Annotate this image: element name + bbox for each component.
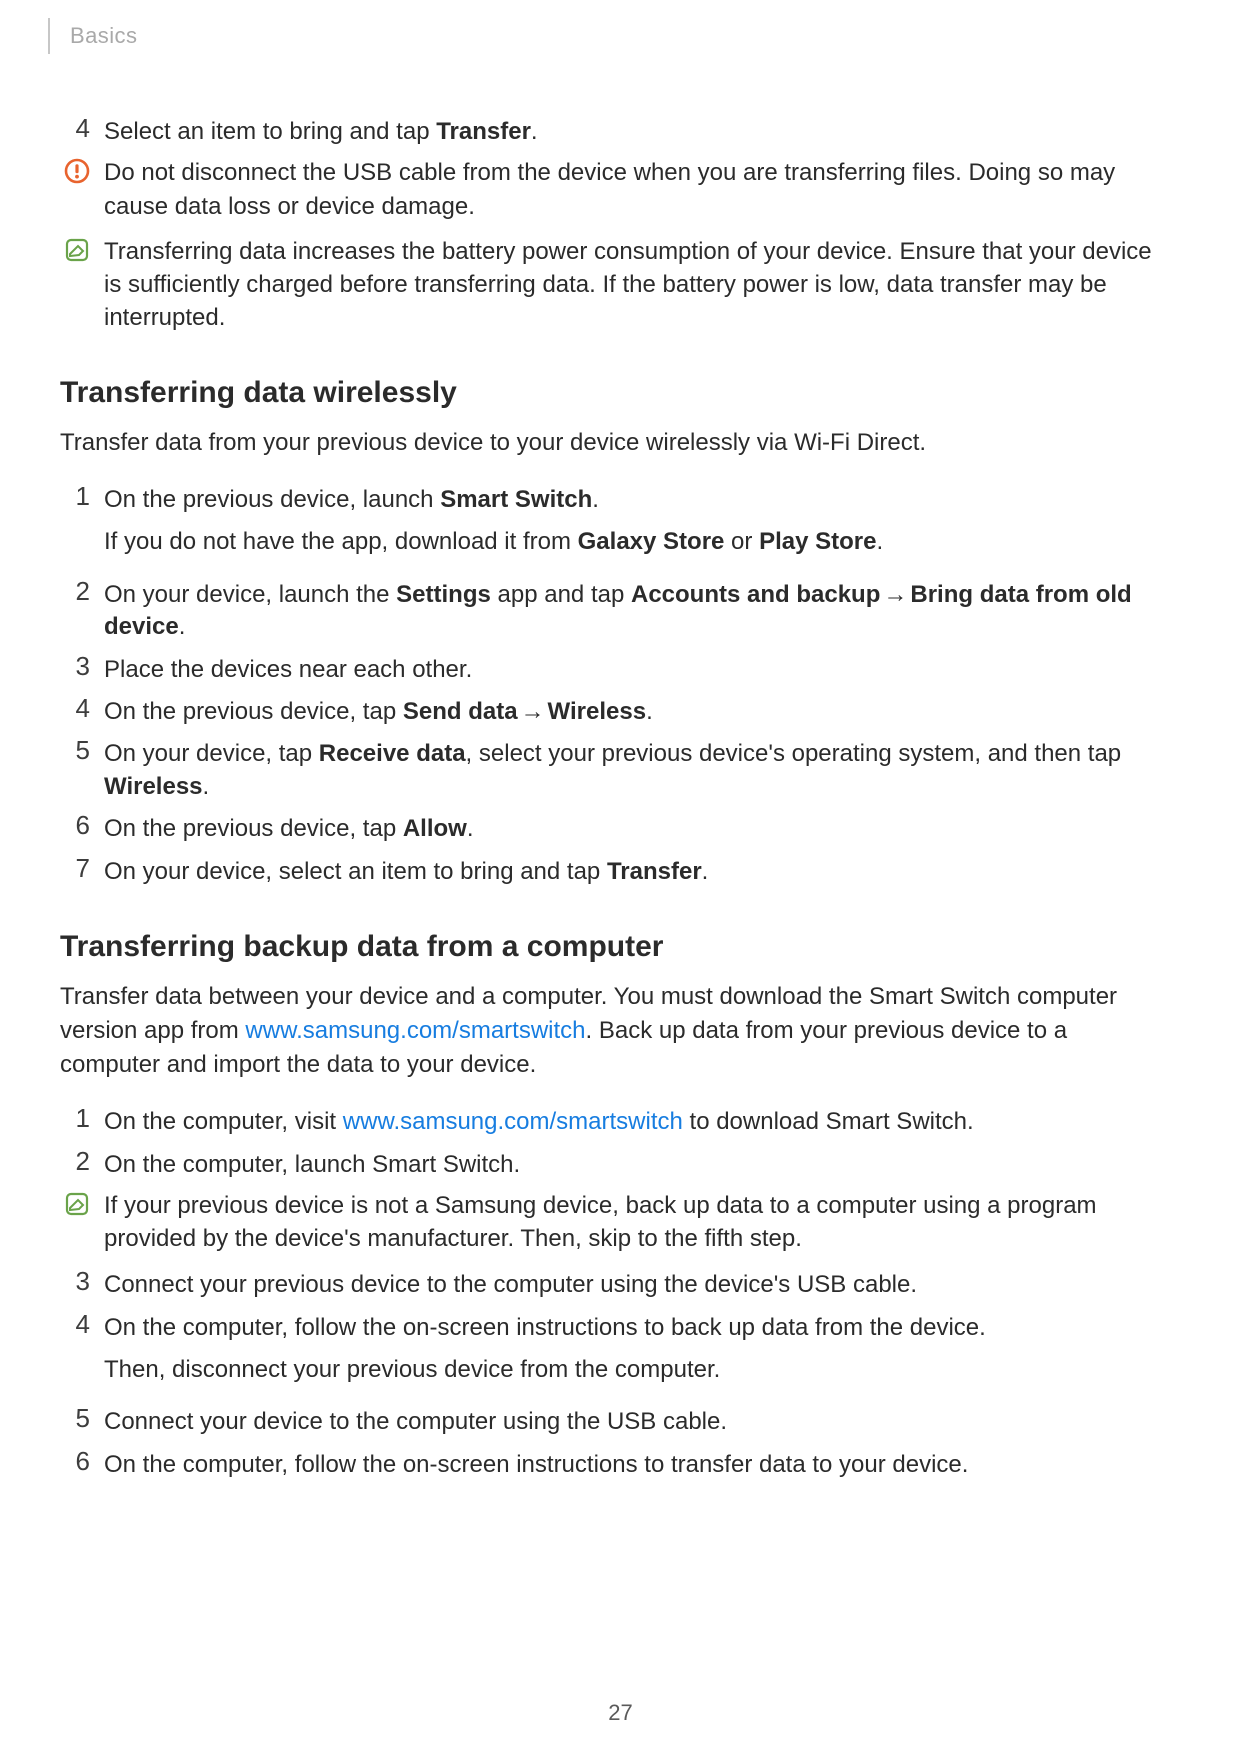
step-text: On the previous device, launch Smart Swi…: [104, 482, 1171, 569]
warning-text: Do not disconnect the USB cable from the…: [104, 156, 1171, 222]
manual-page: Basics 4 Select an item to bring and tap…: [0, 0, 1241, 1754]
step-number: 7: [60, 854, 104, 883]
arrow-icon: →: [518, 698, 548, 725]
section-heading-computer: Transferring backup data from a computer: [60, 930, 1171, 964]
text-bold: Play Store: [759, 528, 876, 555]
text-bold: Galaxy Store: [578, 528, 725, 555]
text: .: [876, 528, 883, 555]
text: app and tap: [491, 581, 631, 608]
step-row: 4 On the previous device, tap Send data→…: [60, 694, 1171, 728]
step-row: 3 Connect your previous device to the co…: [60, 1267, 1171, 1301]
text: If you do not have the app, download it …: [104, 528, 578, 555]
step-number: 2: [60, 577, 104, 606]
step-number: 2: [60, 1147, 104, 1176]
step-text: Select an item to bring and tap Transfer…: [104, 114, 1171, 148]
step-row: 2 On the computer, launch Smart Switch.: [60, 1147, 1171, 1181]
step-text: On the computer, follow the on-screen in…: [104, 1310, 1171, 1397]
step-text: On the previous device, tap Allow.: [104, 811, 1171, 845]
step-number: 6: [60, 811, 104, 840]
text-bold: Smart Switch: [440, 486, 592, 513]
step-text: On the computer, follow the on-screen in…: [104, 1447, 1171, 1481]
step-text: Connect your device to the computer usin…: [104, 1404, 1171, 1438]
step-number: 5: [60, 1404, 104, 1433]
step-number: 1: [60, 1104, 104, 1133]
note-text: Transferring data increases the battery …: [104, 235, 1171, 334]
text: .: [467, 815, 474, 842]
text: .: [179, 613, 186, 640]
text: On the previous device, tap: [104, 698, 403, 725]
step-row: 4 Select an item to bring and tap Transf…: [60, 114, 1171, 148]
text-bold: Settings: [396, 581, 491, 608]
step-row: 2 On your device, launch the Settings ap…: [60, 577, 1171, 644]
note-icon: [60, 1189, 104, 1217]
step-text: Connect your previous device to the comp…: [104, 1267, 1171, 1301]
link-smartswitch[interactable]: www.samsung.com/smartswitch: [245, 1017, 585, 1044]
step-text: On the previous device, tap Send data→Wi…: [104, 694, 1171, 728]
section-intro: Transfer data between your device and a …: [60, 980, 1171, 1082]
text-bold: Receive data: [319, 740, 466, 767]
step-row: 7 On your device, select an item to brin…: [60, 854, 1171, 888]
text: .: [203, 773, 210, 800]
section-intro: Transfer data from your previous device …: [60, 426, 1171, 460]
step-number: 4: [60, 694, 104, 723]
text: On your device, select an item to bring …: [104, 858, 607, 885]
text: On the computer, visit: [104, 1108, 343, 1135]
text-bold: Wireless: [548, 698, 647, 725]
warning-icon: [60, 156, 104, 184]
step-row: 1 On the computer, visit www.samsung.com…: [60, 1104, 1171, 1138]
text: On the previous device, launch: [104, 486, 440, 513]
step-number: 4: [60, 1310, 104, 1339]
callout-note: Transferring data increases the battery …: [60, 235, 1171, 334]
text: .: [646, 698, 653, 725]
text: .: [592, 486, 599, 513]
link-smartswitch[interactable]: www.samsung.com/smartswitch: [343, 1108, 683, 1135]
text-bold: Transfer: [607, 858, 702, 885]
step-number: 6: [60, 1447, 104, 1476]
step-text: On the computer, visit www.samsung.com/s…: [104, 1104, 1171, 1138]
step-row: 6 On the previous device, tap Allow.: [60, 811, 1171, 845]
arrow-icon: →: [880, 581, 910, 608]
text-bold: Wireless: [104, 773, 203, 800]
step-text: On your device, tap Receive data, select…: [104, 736, 1171, 803]
text: , select your previous device's operatin…: [466, 740, 1122, 767]
text-bold: Allow: [403, 815, 467, 842]
step-number: 1: [60, 482, 104, 511]
step-number: 3: [60, 1267, 104, 1296]
text: On the computer, follow the on-screen in…: [104, 1312, 1171, 1344]
step-row: 5 Connect your device to the computer us…: [60, 1404, 1171, 1438]
text-bold: Send data: [403, 698, 518, 725]
step-text: On the computer, launch Smart Switch.: [104, 1147, 1171, 1181]
breadcrumb: Basics: [70, 23, 137, 49]
text: Select an item to bring and tap: [104, 118, 436, 145]
text: Then, disconnect your previous device fr…: [104, 1354, 1171, 1386]
text-bold: Accounts and backup: [631, 581, 880, 608]
step-number: 4: [60, 114, 104, 143]
step-row: 1 On the previous device, launch Smart S…: [60, 482, 1171, 569]
note-icon: [60, 235, 104, 263]
callout-warning: Do not disconnect the USB cable from the…: [60, 156, 1171, 222]
text-bold: Transfer: [436, 118, 531, 145]
text: .: [702, 858, 709, 885]
callout-note: If your previous device is not a Samsung…: [60, 1189, 1171, 1255]
step-row: 5 On your device, tap Receive data, sele…: [60, 736, 1171, 803]
step-text: On your device, launch the Settings app …: [104, 577, 1171, 644]
text: to download Smart Switch.: [683, 1108, 974, 1135]
step-row: 3 Place the devices near each other.: [60, 652, 1171, 686]
text: or: [724, 528, 759, 555]
page-number: 27: [0, 1700, 1241, 1726]
text: On your device, launch the: [104, 581, 396, 608]
step-text: On your device, select an item to bring …: [104, 854, 1171, 888]
text: On your device, tap: [104, 740, 319, 767]
text: .: [531, 118, 538, 145]
step-row: 6 On the computer, follow the on-screen …: [60, 1447, 1171, 1481]
note-text: If your previous device is not a Samsung…: [104, 1189, 1171, 1255]
page-header: Basics: [48, 18, 1171, 54]
section-heading-wireless: Transferring data wirelessly: [60, 376, 1171, 410]
step-text: Place the devices near each other.: [104, 652, 1171, 686]
text: On the previous device, tap: [104, 815, 403, 842]
step-row: 4 On the computer, follow the on-screen …: [60, 1310, 1171, 1397]
step-number: 5: [60, 736, 104, 765]
step-number: 3: [60, 652, 104, 681]
